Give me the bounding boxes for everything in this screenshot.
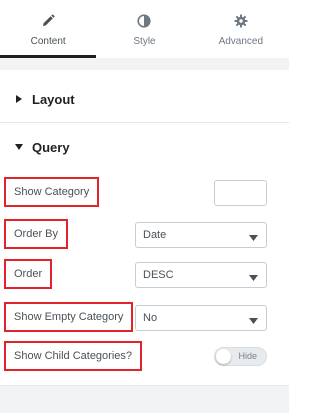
half-circle-icon [136,13,152,29]
show-category-input[interactable] [214,180,267,206]
gear-icon [233,13,249,29]
show-child-categories-toggle[interactable]: Hide [214,347,267,366]
tab-advanced[interactable]: Advanced [193,0,289,58]
chevron-down-icon [249,315,258,327]
section-query-title: Query [32,139,70,155]
caret-right-icon [14,94,24,104]
section-query-header[interactable]: Query [0,124,289,170]
tabs-separator [0,58,289,70]
chevron-down-icon [249,272,258,284]
chevron-down-icon [249,232,258,244]
section-divider [0,122,289,123]
caret-down-icon [14,142,24,152]
order-value: DESC [143,269,174,281]
toggle-state-text: Hide [238,351,257,361]
tab-content-label: Content [30,36,66,47]
order-by-label: Order By [4,219,69,249]
panel-tabs: Content Style Advanced [0,0,289,58]
show-category-label: Show Category [4,177,100,207]
show-empty-category-label: Show Empty Category [4,302,134,332]
show-empty-category-select[interactable]: No [135,305,267,331]
tab-content[interactable]: Content [0,0,97,58]
show-child-categories-label: Show Child Categories? [4,341,143,371]
pencil-icon [40,13,56,29]
section-layout-header[interactable]: Layout [0,76,289,122]
panel-footer-strip [0,385,289,413]
tab-style-label: Style [133,36,156,47]
order-label: Order [4,259,53,289]
toggle-knob [216,349,231,364]
order-select[interactable]: DESC [135,262,267,288]
tab-advanced-label: Advanced [218,36,264,47]
order-by-value: Date [143,229,167,241]
tab-style[interactable]: Style [96,0,192,58]
show-empty-category-value: No [143,312,158,324]
order-by-select[interactable]: Date [135,222,267,248]
section-layout-title: Layout [32,91,75,107]
